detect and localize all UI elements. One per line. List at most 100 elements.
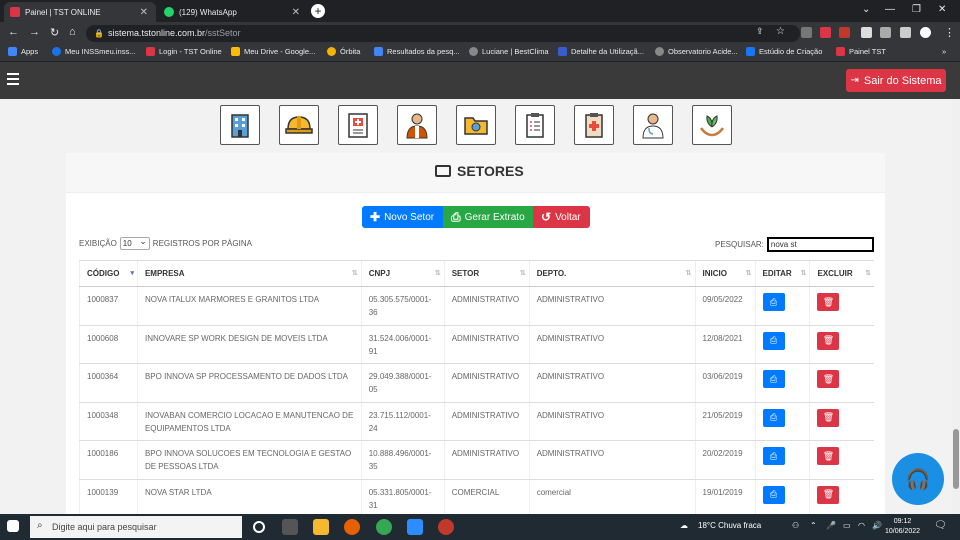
home-icon[interactable]: ⌂ [69,26,76,38]
doctor-icon[interactable] [633,105,673,145]
extension-icon[interactable] [801,27,812,38]
medical-clipboard-icon[interactable] [574,105,614,145]
scrollbar-thumb[interactable] [953,429,959,489]
new-tab-button[interactable]: + [311,4,325,18]
microphone-icon[interactable]: 🎤 [826,521,836,530]
taskbar-search-input[interactable]: ⌕ Digite aqui para pesquisar [30,516,242,538]
minimize-icon[interactable]: — [885,4,895,15]
close-icon[interactable]: ✕ [140,7,148,18]
extension-icon[interactable] [820,27,831,38]
chevron-up-icon[interactable]: ⌃ [810,521,817,530]
task-view-icon[interactable] [282,519,298,535]
column-header-codigo[interactable]: CÓDIGO ▾ [79,260,138,287]
bookmark-item[interactable]: Meu INSSmeu.inss... [52,47,135,56]
zoom-icon[interactable] [407,519,423,535]
bookmark-apps[interactable]: Apps [8,47,38,56]
search-icon: ⌕ [37,520,43,531]
windows-start-icon[interactable] [7,520,19,532]
bookmark-item[interactable]: Meu Drive - Google... [231,47,315,56]
column-header-excluir[interactable]: EXCLUIR ⇅ [809,260,874,287]
tab-painel[interactable]: Painel | TST ONLINE ✕ [4,2,156,22]
support-chat-button[interactable]: 🎧 [892,453,944,505]
reload-icon[interactable]: ↻ [50,26,59,39]
page-scrollbar[interactable] [952,99,960,514]
firefox-icon[interactable] [344,519,360,535]
star-icon[interactable]: ☆ [776,26,785,37]
new-sector-button[interactable]: ✚ Novo Setor [362,206,443,228]
column-header-inicio[interactable]: INICIO ⇅ [694,260,756,287]
column-header-cnpj[interactable]: CNPJ ⇅ [360,260,445,287]
file-explorer-icon[interactable] [313,519,329,535]
tab-whatsapp[interactable]: (129) WhatsApp ✕ [158,2,308,22]
battery-icon[interactable]: ▭ [843,521,851,530]
edit-button[interactable]: ⎙ [762,293,785,311]
plant-hands-icon[interactable] [692,105,732,145]
chrome-icon[interactable] [376,519,392,535]
worker-icon[interactable] [397,105,437,145]
page-size-select[interactable]: 10 [119,235,150,250]
share-icon[interactable]: ⇪ [756,26,764,37]
clipboard-list-icon[interactable] [515,105,555,145]
app-icon[interactable] [438,519,454,535]
logout-icon: ⇥ [850,75,859,86]
edit-button[interactable]: ⎙ [762,370,785,388]
close-icon[interactable]: ✕ [292,7,300,18]
edit-button[interactable]: ⎙ [762,485,785,504]
taskbar-clock[interactable]: 09:12 10/06/2022 [885,517,920,537]
bookmark-item[interactable]: Painel TST [836,47,886,56]
bookmark-item[interactable]: Órbita [327,47,360,56]
logout-button[interactable]: ⇥ Sair do Sistema [846,69,946,92]
cell-delete: 🗑 [809,325,874,364]
medical-record-icon[interactable] [338,105,378,145]
avatar[interactable] [920,27,931,38]
delete-button[interactable]: 🗑 [817,331,840,350]
puzzle-icon[interactable] [880,27,891,38]
delete-button[interactable]: 🗑 [817,485,840,504]
maximize-icon[interactable]: ❐ [912,4,921,15]
folder-icon[interactable] [456,105,496,145]
column-header-setor[interactable]: SETOR ⇅ [443,260,530,287]
forward-arrow-icon[interactable]: → [29,26,40,38]
bookmark-item[interactable]: Luciane | BestClima [469,47,549,56]
cortana-icon[interactable] [253,521,265,533]
delete-button[interactable]: 🗑 [817,408,840,427]
edit-button[interactable]: ⎙ [762,331,785,350]
extension-icon[interactable] [861,27,872,38]
notifications-icon[interactable]: 🗨 [934,520,947,531]
bookmark-item[interactable]: Observatorio Acide... [655,47,738,56]
bookmark-item[interactable]: Resultados da pesq... [374,47,460,56]
orbita-icon [327,47,336,56]
export-button[interactable]: ⎙ Gerar Extrato [443,206,533,228]
back-button[interactable]: ↺ Voltar [533,206,590,228]
column-header-empresa[interactable]: EMPRESA ⇅ [136,260,362,287]
chevron-down-icon[interactable]: ⌄ [862,4,870,15]
more-vertical-icon[interactable]: ⋮ [944,26,955,39]
volume-icon[interactable]: 🔊 [872,521,882,530]
edit-button[interactable]: ⎙ [762,447,785,465]
building-icon[interactable] [220,105,260,145]
tab-title: Painel | TST ONLINE [25,7,101,17]
delete-button[interactable]: 🗑 [817,293,840,311]
delete-button[interactable]: 🗑 [817,370,840,388]
bookmark-item[interactable]: Login - TST Online [146,47,222,56]
bookmarks-more-button[interactable]: » [942,47,946,56]
sidebar-icon[interactable] [900,27,911,38]
people-icon[interactable]: ⚇ [792,521,799,530]
close-window-icon[interactable]: ✕ [938,4,946,15]
search-input[interactable]: nova st [766,237,874,252]
helmet-icon[interactable] [279,105,319,145]
cell-codigo: 1000608 [79,325,138,364]
column-header-depto[interactable]: DEPTO. ⇅ [528,260,696,287]
sectors-card: SETORES ✚ Novo Setor ⎙ Gerar Extrato ↺ V… [66,153,885,514]
column-header-editar[interactable]: EDITAR ⇅ [754,260,810,287]
bookmark-item[interactable]: Detalhe da Utilizaçã... [558,47,644,56]
delete-button[interactable]: 🗑 [817,447,840,465]
extension-icon[interactable] [839,27,850,38]
bookmark-item[interactable]: Estúdio de Criação [746,47,822,56]
edit-button[interactable]: ⎙ [762,408,785,427]
back-arrow-icon[interactable]: ← [8,26,19,38]
url-field[interactable]: 🔒 sistema.tstonline.com.br/sstSetor [86,25,800,42]
weather-text[interactable]: 18°C Chuva fraca [698,521,761,530]
network-icon[interactable]: ◠ [858,521,865,530]
hamburger-menu-icon[interactable] [7,73,19,85]
